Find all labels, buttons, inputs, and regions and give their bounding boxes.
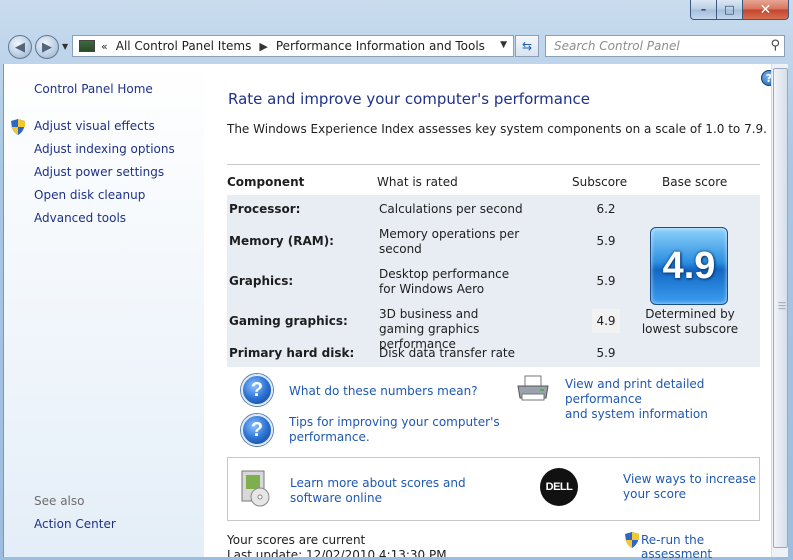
breadcrumb-overflow-icon[interactable]: « — [101, 40, 108, 53]
close-button[interactable]: ✕ — [743, 0, 789, 20]
link-line[interactable]: software online — [290, 491, 466, 506]
adjust-indexing-options-link[interactable]: Adjust indexing options — [34, 142, 175, 165]
advanced-tools-link[interactable]: Advanced tools — [34, 211, 175, 234]
link-line[interactable]: View ways to increase — [623, 472, 756, 487]
search-placeholder: Search Control Panel — [554, 39, 680, 53]
rerun-assessment-link[interactable]: Re-run the assessment — [641, 533, 771, 560]
refresh-icon: ⇆ — [521, 39, 533, 53]
refresh-button[interactable]: ⇆ — [515, 35, 539, 57]
link-line[interactable]: and system information — [565, 407, 771, 422]
tips-improving-performance-link[interactable]: Tips for improving your computer's perfo… — [289, 415, 500, 445]
help-question-icon[interactable]: ? — [241, 414, 273, 446]
address-dropdown-icon[interactable]: ▼ — [500, 40, 507, 50]
what-is-rated: Disk data transfer rate — [379, 346, 516, 360]
component-name: Primary hard disk: — [229, 346, 355, 360]
table-row: Memory (RAM): Memory operations per seco… — [227, 224, 620, 260]
see-also-heading: See also — [34, 494, 85, 508]
subscore-value: 5.9 — [596, 346, 616, 360]
column-header-what: What is rated — [377, 175, 458, 189]
subscore-value: 6.2 — [596, 202, 616, 216]
table-body: Processor: Calculations per second 6.2 M… — [227, 195, 760, 367]
breadcrumb-item[interactable]: Performance Information and Tools — [276, 39, 485, 53]
link-line[interactable]: Learn more about scores and — [290, 476, 466, 491]
column-header-base-score: Base score — [662, 175, 728, 189]
subscore-value: 5.9 — [596, 274, 616, 288]
breadcrumb-separator-icon[interactable]: ▶ — [259, 40, 267, 53]
view-ways-increase-score-link[interactable]: View ways to increase your score — [623, 472, 756, 502]
open-disk-cleanup-link[interactable]: Open disk cleanup — [34, 188, 175, 211]
back-button[interactable]: ◀ — [8, 35, 32, 59]
uac-shield-icon — [625, 532, 639, 548]
search-input[interactable]: Search Control Panel ⚲ — [545, 35, 785, 57]
task-pane: Control Panel Home Adjust visual effects… — [3, 64, 204, 557]
lowest-subscore-value: 4.9 — [592, 309, 620, 333]
base-score-panel: 4.9 Determined by lowest subscore — [620, 195, 760, 367]
scores-status: Your scores are current — [227, 533, 366, 547]
component-name: Memory (RAM): — [229, 234, 334, 248]
what-is-rated: Desktop performance for Windows Aero — [379, 267, 510, 296]
forward-button[interactable]: ▶ — [35, 35, 59, 59]
help-question-icon[interactable]: ? — [241, 374, 273, 406]
action-center-link[interactable]: Action Center — [34, 517, 116, 531]
table-header: Component What is rated Subscore Base sc… — [227, 165, 760, 195]
control-panel-home-link[interactable]: Control Panel Home — [34, 82, 153, 96]
minimize-button[interactable]: – — [690, 0, 717, 20]
uac-shield-icon — [11, 119, 25, 135]
last-update-text: Last update: 12/02/2010 4:13:30 PM — [227, 548, 447, 557]
link-line[interactable]: Tips for improving your computer's — [289, 415, 500, 430]
subscore-value: 5.9 — [596, 234, 616, 248]
online-resources-panel: Learn more about scores and software onl… — [227, 457, 760, 521]
dell-logo: DELL — [540, 468, 578, 506]
table-row: Primary hard disk: Disk data transfer ra… — [227, 338, 620, 374]
printer-icon[interactable] — [516, 374, 550, 402]
navigation-bar: ◀ ▶ ▼ « All Control Panel Items ▶ Perfor… — [0, 32, 793, 62]
what-do-numbers-mean-link[interactable]: What do these numbers mean? — [289, 384, 478, 399]
maximize-button[interactable]: □ — [717, 0, 743, 20]
base-score-caption-line: lowest subscore — [641, 322, 739, 336]
learn-more-scores-link[interactable]: Learn more about scores and software onl… — [290, 476, 466, 506]
component-name: Gaming graphics: — [229, 314, 348, 328]
what-is-rated: Memory operations per second — [379, 227, 520, 256]
base-score-badge: 4.9 — [650, 227, 728, 305]
intro-text: The Windows Experience Index assesses ke… — [227, 122, 767, 136]
link-line[interactable]: your score — [623, 487, 756, 502]
recent-pages-dropdown[interactable]: ▼ — [62, 42, 68, 51]
base-score-caption-line: Determined by — [645, 307, 735, 321]
table-row: Gaming graphics: 3D business and gaming … — [227, 304, 620, 351]
adjust-power-settings-link[interactable]: Adjust power settings — [34, 165, 175, 188]
arrow-left-icon: ◀ — [15, 39, 25, 55]
vertical-scrollbar[interactable]: — — — — [771, 64, 788, 557]
window-frame: – □ ✕ ◀ ▶ ▼ « All Control Panel Items ▶ … — [0, 0, 793, 560]
search-icon[interactable]: ⚲ — [770, 38, 780, 53]
view-print-details-link[interactable]: View and print detailed performance and … — [565, 377, 771, 422]
link-line[interactable]: View and print detailed performance — [565, 377, 771, 407]
control-panel-icon — [79, 40, 95, 52]
column-header-subscore: Subscore — [572, 175, 628, 189]
scrollbar-grip-icon: — — — — [778, 298, 786, 313]
address-bar[interactable]: « All Control Panel Items ▶ Performance … — [72, 35, 514, 57]
software-box-icon — [241, 470, 270, 507]
arrow-right-icon: ▶ — [42, 39, 52, 55]
adjust-visual-effects-link[interactable]: Adjust visual effects — [34, 119, 175, 142]
task-links: Adjust visual effects Adjust indexing op… — [34, 119, 175, 234]
base-score-caption: Determined by lowest subscore — [620, 307, 760, 337]
scrollbar-thumb[interactable]: — — — — [773, 68, 788, 548]
link-line[interactable]: performance. — [289, 430, 500, 445]
breadcrumb-item[interactable]: All Control Panel Items — [116, 39, 252, 53]
window-controls: – □ ✕ — [690, 0, 789, 20]
score-table: Component What is rated Subscore Base sc… — [227, 164, 760, 367]
component-name: Graphics: — [229, 274, 294, 288]
column-header-component: Component — [227, 175, 305, 189]
component-name: Processor: — [229, 202, 301, 216]
page-title: Rate and improve your computer's perform… — [228, 90, 590, 108]
table-row: Graphics: Desktop performance for Window… — [227, 264, 620, 300]
what-is-rated: Calculations per second — [379, 202, 523, 216]
main-content: ? Rate and improve your computer's perfo… — [204, 64, 777, 560]
